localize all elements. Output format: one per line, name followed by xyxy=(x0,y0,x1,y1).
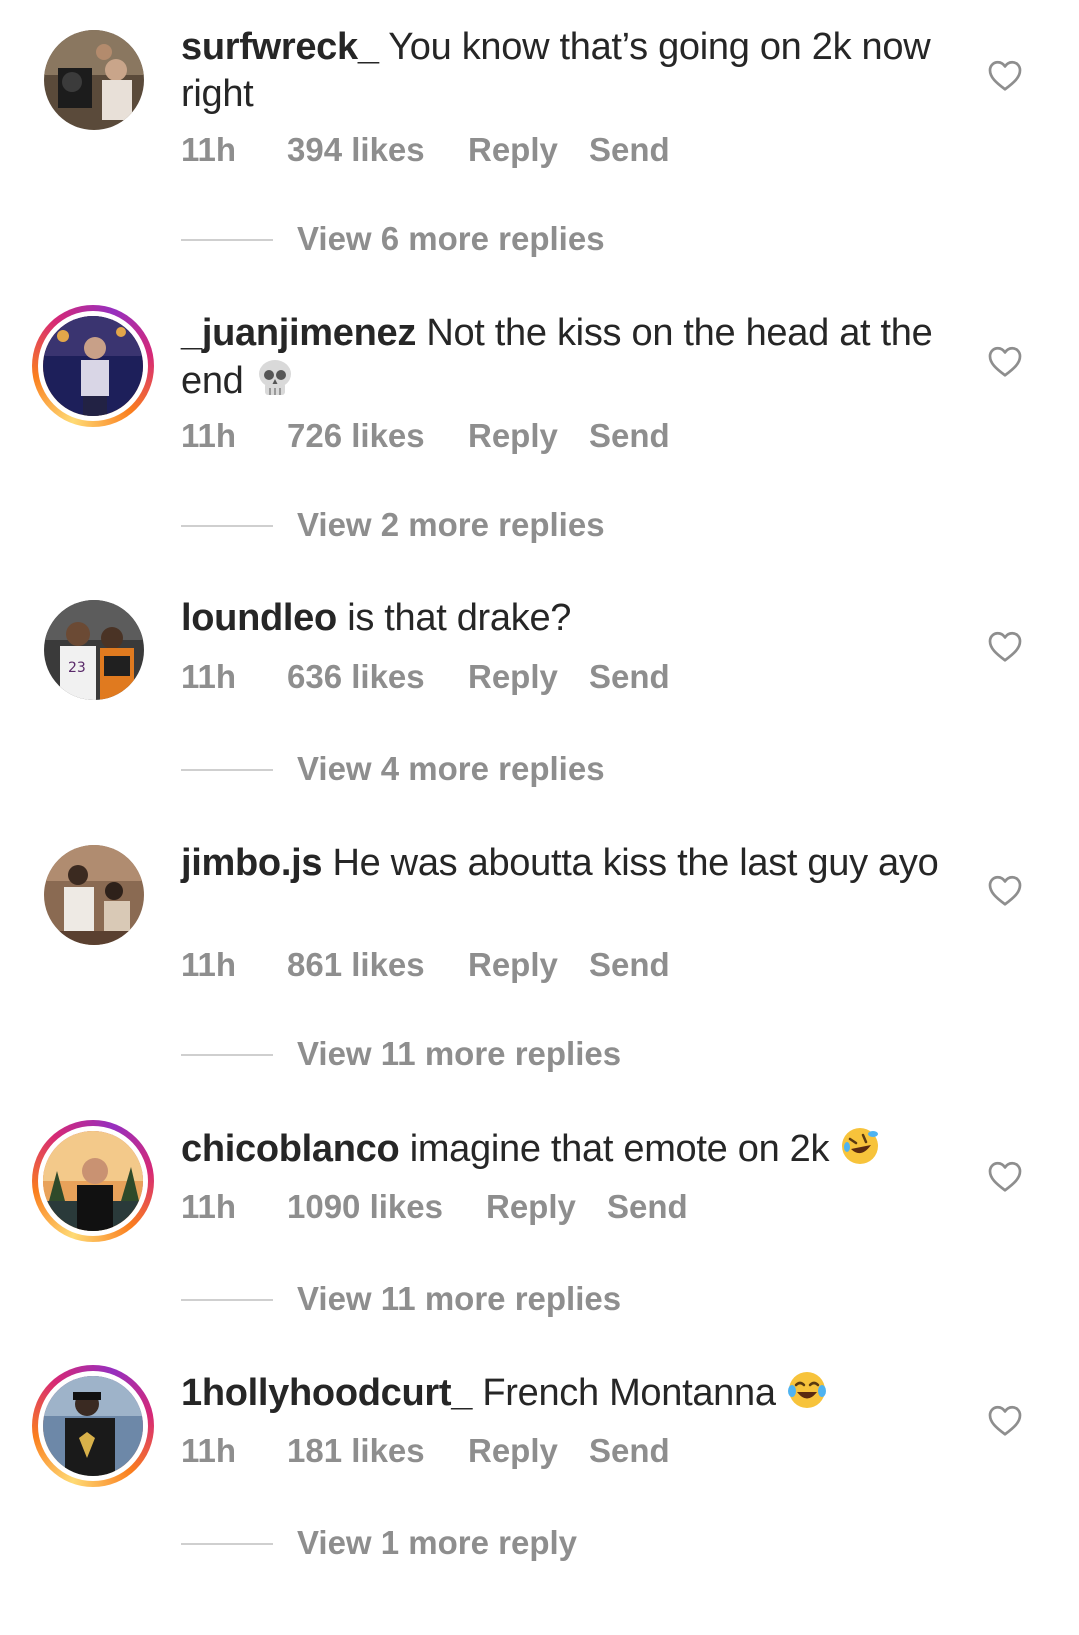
view-replies-label[interactable]: View 6 more replies xyxy=(297,220,605,258)
reply-button[interactable]: Reply xyxy=(486,1188,576,1226)
avatar-image xyxy=(44,845,144,945)
avatar-story-ring[interactable] xyxy=(32,305,154,427)
send-button[interactable]: Send xyxy=(589,131,670,169)
svg-text:23: 23 xyxy=(68,660,86,676)
view-replies-label[interactable]: View 2 more replies xyxy=(297,506,605,544)
reply-button[interactable]: Reply xyxy=(468,946,558,984)
comment-username[interactable]: _juanjimenez xyxy=(181,312,416,354)
comment-time: 11h xyxy=(181,946,237,983)
view-replies-label[interactable]: View 11 more replies xyxy=(297,1280,621,1318)
comment-time: 11h xyxy=(181,131,237,168)
comment-time: 11h xyxy=(181,658,237,695)
send-button[interactable]: Send xyxy=(589,1432,670,1470)
comment-likes[interactable]: 394 likes xyxy=(287,131,425,169)
comment-username[interactable]: chicoblanco xyxy=(181,1128,400,1170)
comment-time: 11h xyxy=(181,417,237,454)
send-button[interactable]: Send xyxy=(589,417,670,455)
comment-text: jimbo.js He was aboutta kiss the last gu… xyxy=(181,840,951,887)
reply-button[interactable]: Reply xyxy=(468,658,558,696)
replies-divider xyxy=(181,1054,273,1056)
heart-outline-icon[interactable] xyxy=(987,873,1023,907)
heart-outline-icon[interactable] xyxy=(987,58,1023,92)
heart-outline-icon[interactable] xyxy=(987,629,1023,663)
comment-body: He was aboutta kiss the last guy ayo xyxy=(332,842,939,884)
avatar[interactable]: 23 xyxy=(44,600,144,700)
comment-username[interactable]: loundleo xyxy=(181,597,337,639)
reply-button[interactable]: Reply xyxy=(468,1432,558,1470)
avatar[interactable] xyxy=(44,845,144,945)
comment-body: imagine that emote on 2k xyxy=(409,1128,830,1170)
heart-outline-icon[interactable] xyxy=(987,344,1023,378)
avatar-image xyxy=(43,316,143,416)
view-replies-label[interactable]: View 4 more replies xyxy=(297,750,605,788)
comment-text: surfwreck_ You know that’s going on 2k n… xyxy=(181,24,951,118)
comment-text: loundleo is that drake? xyxy=(181,595,951,642)
view-replies-label[interactable]: View 11 more replies xyxy=(297,1035,621,1073)
tears-of-joy-emoji xyxy=(786,1369,828,1423)
comment-text: _juanjimenez Not the kiss on the head at… xyxy=(181,310,951,411)
comment-likes[interactable]: 181 likes xyxy=(287,1432,425,1470)
comment-text: 1hollyhoodcurt_ French Montanna xyxy=(181,1369,951,1423)
replies-divider xyxy=(181,1543,273,1545)
comment-text: chicoblanco imagine that emote on 2k xyxy=(181,1125,951,1179)
comment-likes[interactable]: 861 likes xyxy=(287,946,425,984)
avatar-image xyxy=(43,1131,143,1231)
comment-time: 11h xyxy=(181,1432,237,1469)
send-button[interactable]: Send xyxy=(589,658,670,696)
comment-body: French Montanna xyxy=(482,1372,776,1414)
avatar[interactable] xyxy=(44,30,144,130)
replies-divider xyxy=(181,769,273,771)
reply-button[interactable]: Reply xyxy=(468,131,558,169)
rolling-on-floor-laughing-emoji xyxy=(839,1125,881,1179)
avatar-image: 23 xyxy=(44,600,144,700)
heart-outline-icon[interactable] xyxy=(987,1403,1023,1437)
comment-likes[interactable]: 636 likes xyxy=(287,658,425,696)
replies-divider xyxy=(181,239,273,241)
replies-divider xyxy=(181,1299,273,1301)
avatar-story-ring[interactable] xyxy=(32,1120,154,1242)
comment-time: 11h xyxy=(181,1188,237,1225)
send-button[interactable]: Send xyxy=(589,946,670,984)
heart-outline-icon[interactable] xyxy=(987,1159,1023,1193)
send-button[interactable]: Send xyxy=(607,1188,688,1226)
avatar-image xyxy=(43,1376,143,1476)
replies-divider xyxy=(181,525,273,527)
avatar-story-ring[interactable] xyxy=(32,1365,154,1487)
avatar-image xyxy=(44,30,144,130)
reply-button[interactable]: Reply xyxy=(468,417,558,455)
skull-emoji xyxy=(254,357,296,411)
view-replies-label[interactable]: View 1 more reply xyxy=(297,1524,577,1562)
comment-likes[interactable]: 1090 likes xyxy=(287,1188,443,1226)
comment-body: is that drake? xyxy=(347,597,572,639)
comment-username[interactable]: jimbo.js xyxy=(181,842,322,884)
comment-username[interactable]: surfwreck_ xyxy=(181,26,379,68)
comment-likes[interactable]: 726 likes xyxy=(287,417,425,455)
comment-username[interactable]: 1hollyhoodcurt_ xyxy=(181,1372,472,1414)
